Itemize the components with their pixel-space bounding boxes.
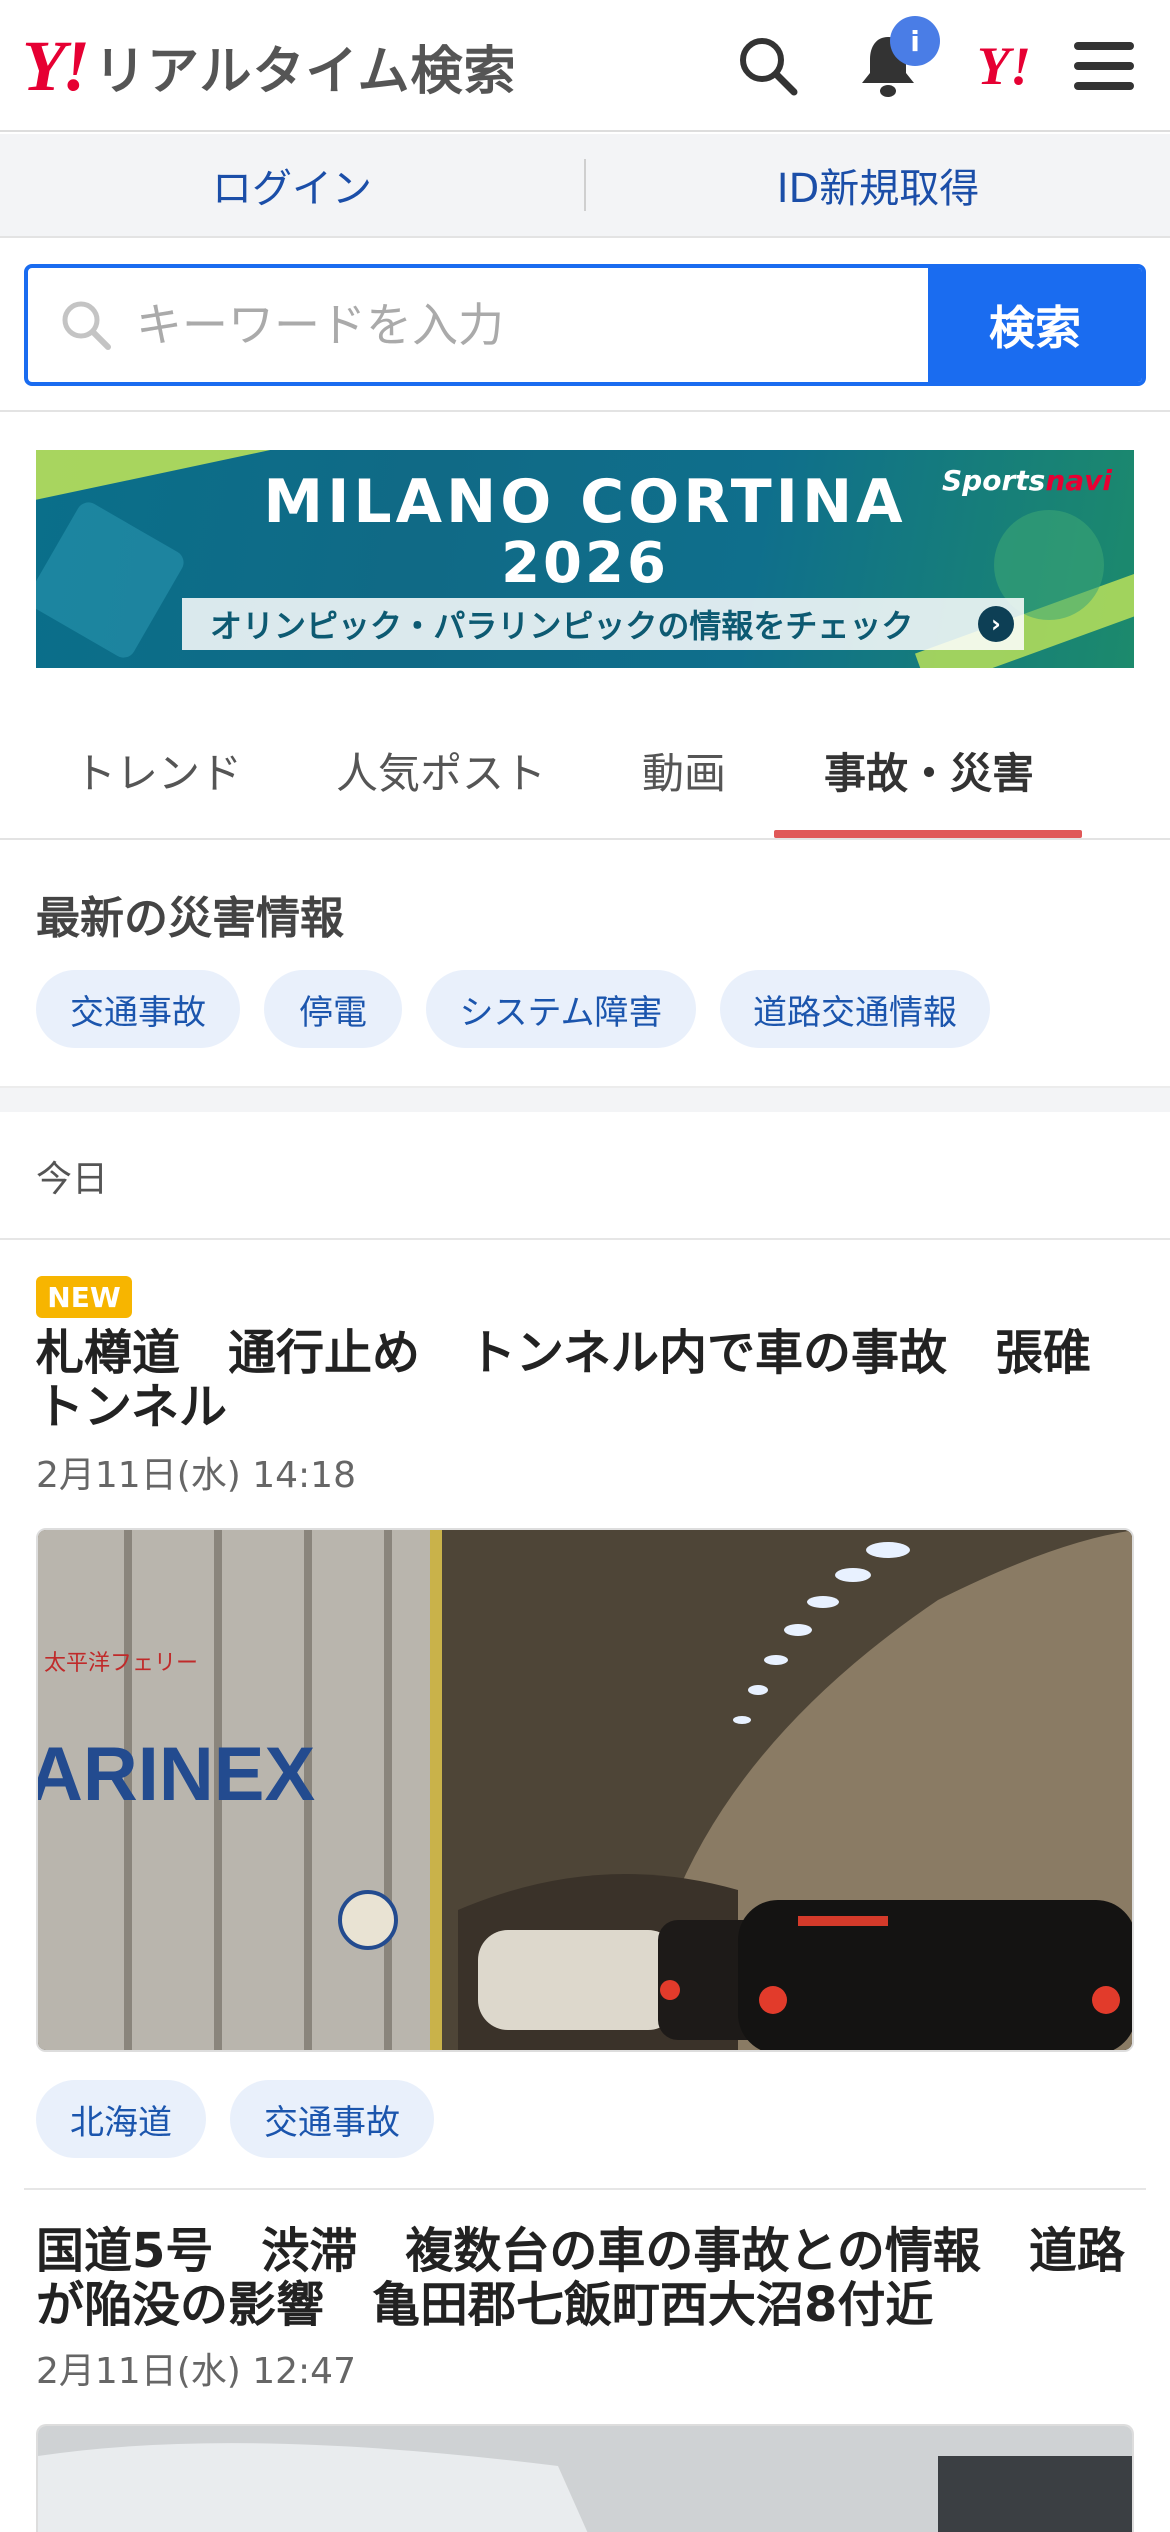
- chevron-right-icon: ›: [978, 606, 1014, 642]
- app-header: Y! リアルタイム検索 i Y!: [0, 0, 1170, 132]
- yahoo-realtime-logo[interactable]: Y! リアルタイム検索: [22, 30, 516, 102]
- search-input[interactable]: [136, 298, 916, 352]
- section-gap: [0, 1086, 1170, 1112]
- login-link[interactable]: ログイン: [0, 156, 584, 214]
- banner-year: 2026: [501, 531, 669, 596]
- banner-subtitle: オリンピック・パラリンピックの情報をチェック ›: [182, 598, 1024, 650]
- notification-bell-icon[interactable]: i: [852, 16, 940, 102]
- truck-text: ARINEX: [38, 1732, 315, 1817]
- tab-popular-posts[interactable]: 人気ポスト: [336, 740, 546, 801]
- search-button[interactable]: 検索: [928, 268, 1142, 382]
- chip-power-outage[interactable]: 停電: [264, 970, 402, 1048]
- tab-video[interactable]: 動画: [642, 740, 726, 801]
- article-date: 2月11日(水) 12:47: [36, 2351, 356, 2392]
- article-date: 2月11日(水) 14:18: [36, 1455, 356, 1496]
- new-badge: NEW: [36, 1276, 132, 1318]
- disaster-section-title: 最新の災害情報: [36, 893, 344, 944]
- search-box: 検索: [24, 264, 1146, 386]
- tab-accident-disaster[interactable]: 事故・災害: [824, 740, 1034, 801]
- chip-system-failure[interactable]: システム障害: [426, 970, 696, 1048]
- road-photo: [38, 2426, 1132, 2532]
- chip-road-traffic[interactable]: 道路交通情報: [720, 970, 990, 1048]
- article-photo[interactable]: 太平洋フェリー ARINEX: [36, 1528, 1134, 2052]
- yahoo-home-icon[interactable]: Y!: [968, 30, 1040, 102]
- banner-subtitle-text: オリンピック・パラリンピックの情報をチェック: [210, 607, 914, 645]
- yahoo-logo-mark: Y!: [22, 26, 90, 106]
- article-divider: [24, 2188, 1146, 2190]
- category-tabs: トレンド 人気ポスト 動画 事故・災害: [0, 690, 1170, 840]
- banner-title: MILANO CORTINA: [263, 467, 907, 537]
- tag-traffic-accident[interactable]: 交通事故: [230, 2080, 434, 2158]
- tag-hokkaido[interactable]: 北海道: [36, 2080, 206, 2158]
- signup-link[interactable]: ID新規取得: [586, 156, 1170, 214]
- chip-traffic-accident[interactable]: 交通事故: [36, 970, 240, 1048]
- ferry-text: 太平洋フェリー: [44, 1651, 198, 1676]
- notification-badge: i: [890, 16, 940, 66]
- article-title[interactable]: 国道5号 渋滞 複数台の車の事故との情報 道路が陥没の影響 亀田郡七飯町西大沼8…: [36, 2224, 1136, 2332]
- article-title[interactable]: 札樽道 通行止め トンネル内で車の事故 張碓トンネル: [36, 1326, 1136, 1434]
- tunnel-accident-photo: 太平洋フェリー ARINEX: [38, 1530, 1132, 2050]
- search-divider: [0, 410, 1170, 412]
- article-photo[interactable]: [36, 2424, 1134, 2532]
- active-tab-indicator: [774, 830, 1082, 838]
- tab-trend[interactable]: トレンド: [74, 740, 242, 801]
- account-bar: ログイン ID新規取得: [0, 134, 1170, 238]
- search-field-icon: [62, 301, 111, 350]
- date-group-divider: [0, 1238, 1170, 1240]
- olympics-banner[interactable]: Sportsnavi MILANO CORTINA 2026 オリンピック・パラ…: [36, 450, 1134, 668]
- logo-text: リアルタイム検索: [94, 41, 517, 102]
- search-icon[interactable]: [732, 30, 804, 102]
- menu-icon[interactable]: [1068, 30, 1140, 102]
- yahoo-mark: Y!: [977, 36, 1031, 96]
- date-group-label: 今日: [36, 1159, 109, 1200]
- search-field[interactable]: [28, 268, 928, 382]
